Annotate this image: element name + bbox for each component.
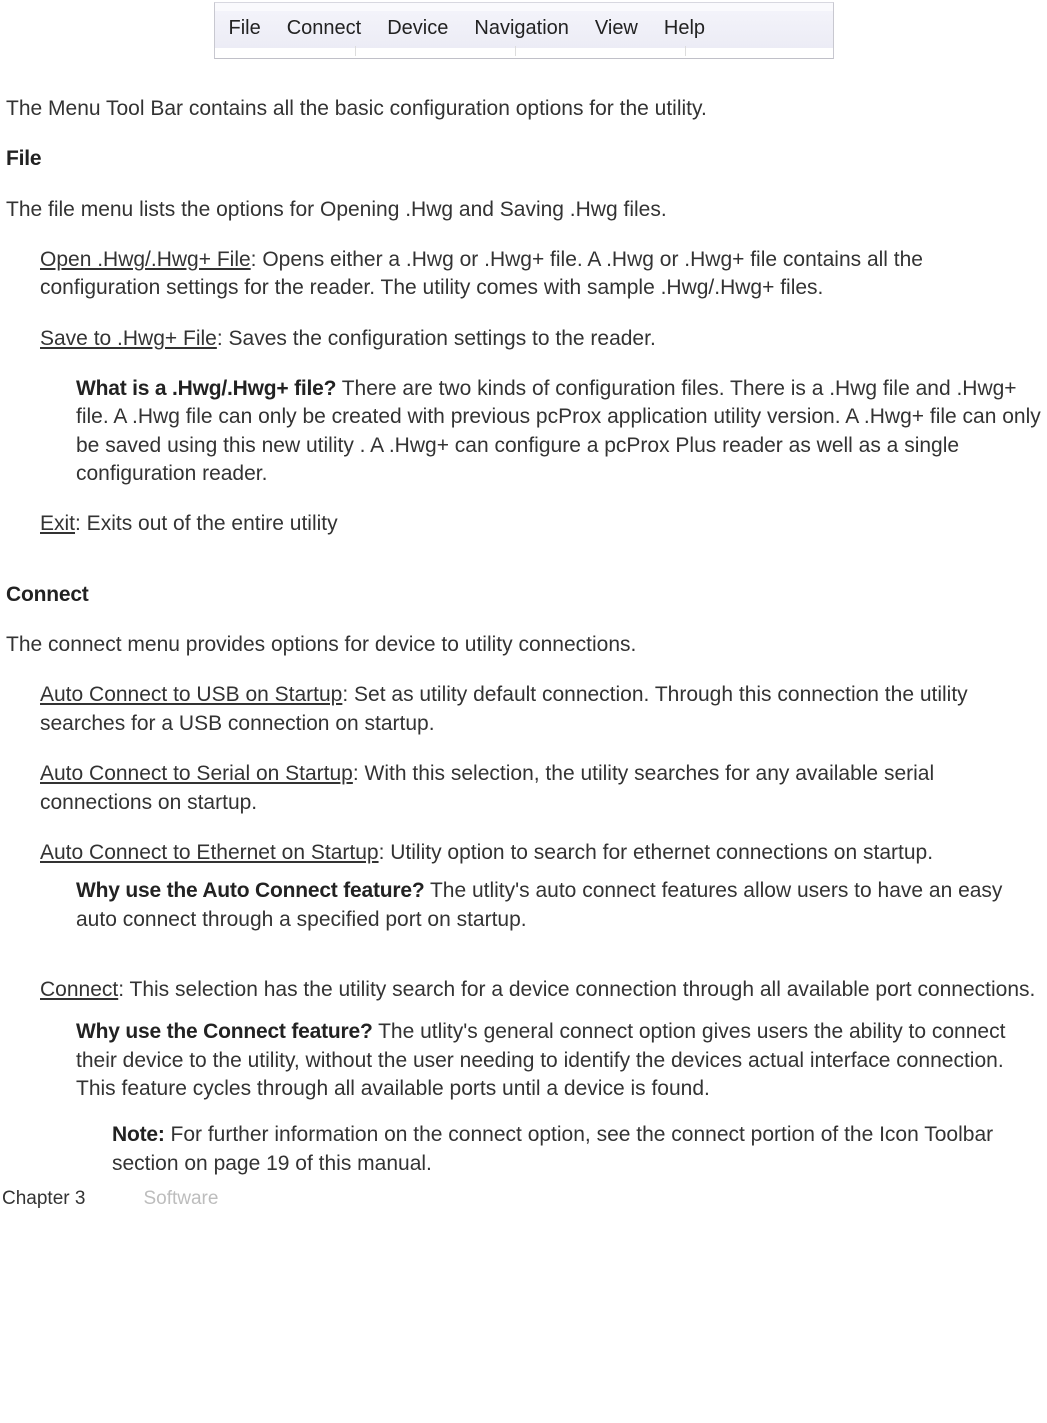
document-body: The Menu Tool Bar contains all the basic… — [0, 95, 1047, 1178]
section-heading-file: File — [6, 145, 1041, 173]
menu-file[interactable]: File — [229, 15, 261, 42]
footer-section: Software — [143, 1186, 218, 1212]
connect-connect-label: Connect — [40, 978, 118, 1001]
menubar-row: File Connect Device Navigation View Help — [215, 3, 833, 48]
connect-why-auto: Why use the Auto Connect feature? The ut… — [76, 877, 1041, 934]
file-open: Open .Hwg/.Hwg+ File: Opens either a .Hw… — [40, 246, 1041, 303]
menu-view[interactable]: View — [595, 15, 638, 42]
connect-usb-label: Auto Connect to USB on Startup — [40, 683, 342, 706]
file-save-desc: : Saves the configuration settings to th… — [217, 327, 656, 350]
menubar-image: File Connect Device Navigation View Help — [0, 2, 1047, 59]
connect-intro: The connect menu provides options for de… — [6, 631, 1041, 659]
page-footer: Chapter 3 Software — [0, 1182, 1047, 1212]
connect-eth: Auto Connect to Ethernet on Startup: Uti… — [40, 839, 1041, 867]
menu-help[interactable]: Help — [664, 15, 705, 42]
connect-serial-label: Auto Connect to Serial on Startup — [40, 762, 353, 785]
file-exit-desc: : Exits out of the entire utility — [75, 512, 338, 535]
connect-note: Note: For further information on the con… — [112, 1121, 1041, 1178]
file-exit: Exit: Exits out of the entire utility — [40, 510, 1041, 538]
connect-serial: Auto Connect to Serial on Startup: With … — [40, 760, 1041, 817]
intro-paragraph: The Menu Tool Bar contains all the basic… — [6, 95, 1041, 123]
connect-why-auto-label: Why use the Auto Connect feature? — [76, 879, 424, 902]
connect-eth-desc: : Utility option to search for ethernet … — [379, 841, 933, 864]
file-what-label: What is a .Hwg/.Hwg+ file? — [76, 377, 336, 400]
file-save: Save to .Hwg+ File: Saves the configurat… — [40, 325, 1041, 353]
menu-device[interactable]: Device — [387, 15, 448, 42]
file-intro: The file menu lists the options for Open… — [6, 196, 1041, 224]
menubar: File Connect Device Navigation View Help — [214, 2, 834, 59]
menu-navigation[interactable]: Navigation — [474, 15, 569, 42]
connect-why-connect-label: Why use the Connect feature? — [76, 1020, 373, 1043]
connect-usb: Auto Connect to USB on Startup: Set as u… — [40, 681, 1041, 738]
connect-connect: Connect: This selection has the utility … — [40, 976, 1041, 1004]
footer-chapter: Chapter 3 — [2, 1186, 85, 1212]
connect-connect-desc: : This selection has the utility search … — [118, 978, 1035, 1001]
file-exit-label: Exit — [40, 512, 75, 535]
file-save-label: Save to .Hwg+ File — [40, 327, 217, 350]
menubar-ruler — [215, 48, 833, 58]
file-what: What is a .Hwg/.Hwg+ file? There are two… — [76, 375, 1041, 488]
menu-connect[interactable]: Connect — [287, 15, 362, 42]
section-heading-connect: Connect — [6, 581, 1041, 609]
connect-why-connect: Why use the Connect feature? The utlity'… — [76, 1018, 1041, 1103]
connect-note-desc: For further information on the connect o… — [112, 1123, 993, 1174]
connect-note-label: Note: — [112, 1123, 165, 1146]
file-open-label: Open .Hwg/.Hwg+ File — [40, 248, 251, 271]
connect-eth-label: Auto Connect to Ethernet on Startup — [40, 841, 379, 864]
